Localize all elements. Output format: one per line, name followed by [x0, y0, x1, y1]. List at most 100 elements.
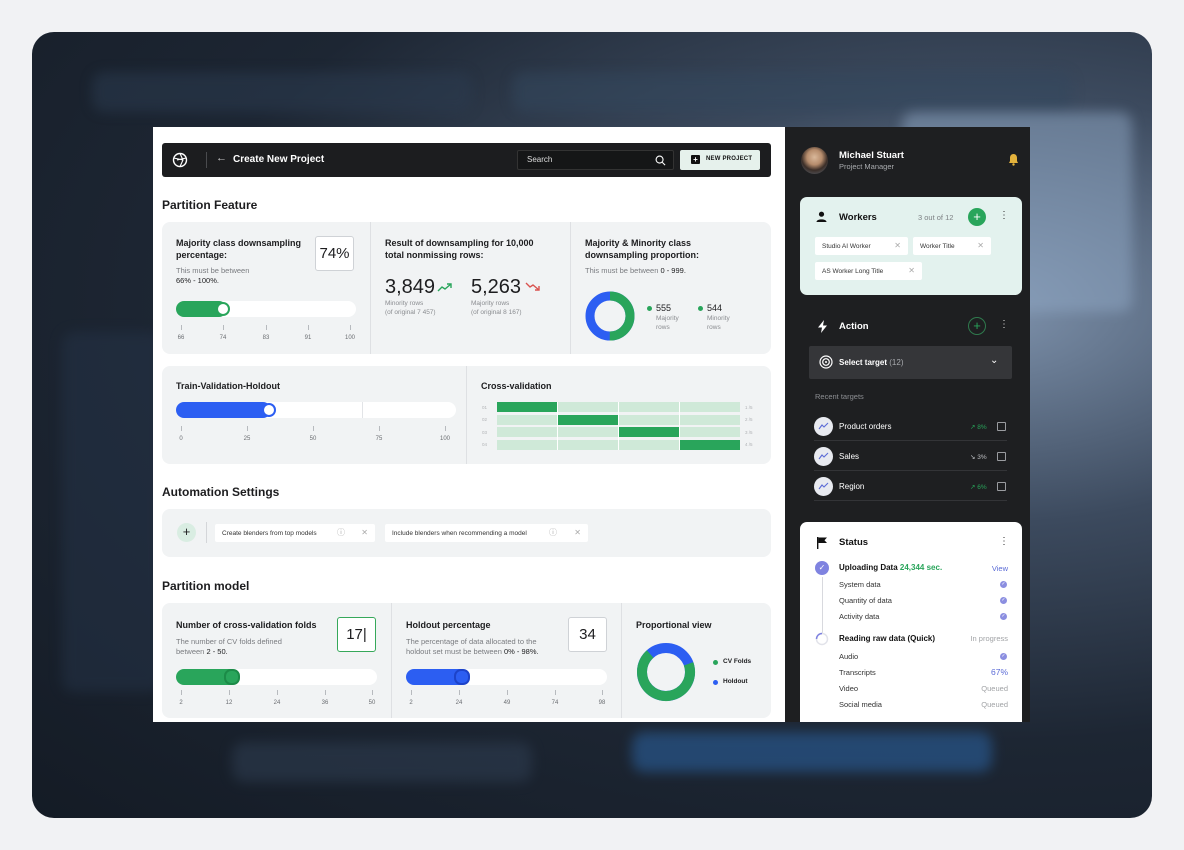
- more-icon[interactable]: ⋮: [999, 319, 1009, 330]
- close-icon[interactable]: ✕: [908, 266, 915, 275]
- chevron-down-icon: ⌄: [990, 355, 999, 366]
- close-icon[interactable]: ✕: [574, 528, 581, 537]
- close-icon[interactable]: ✕: [977, 241, 984, 250]
- target-row[interactable]: Sales ↘ 3%: [814, 443, 1007, 471]
- worker-chip[interactable]: Studio AI Worker ✕: [815, 237, 908, 255]
- legend-dot: [647, 306, 652, 311]
- result-title: Result of downsampling for 10,000 total …: [385, 238, 534, 260]
- automation-tag[interactable]: Create blenders from top models ⓘ ✕: [215, 524, 375, 542]
- close-icon[interactable]: ✕: [894, 241, 901, 250]
- slider-fill: [176, 402, 271, 418]
- target-icon: [819, 355, 833, 369]
- automation-card: + Create blenders from top models ⓘ ✕ In…: [162, 509, 771, 557]
- app-logo-icon[interactable]: [172, 152, 188, 168]
- folds-ticks: 2 12 24 36 50: [179, 690, 375, 708]
- legend-dot: [698, 306, 703, 311]
- read-item: Social media: [839, 700, 882, 709]
- chart-line-icon: [814, 477, 833, 496]
- target-name: Region: [839, 482, 865, 491]
- automation-tag-label: Create blenders from top models: [222, 530, 317, 537]
- cv-row-label: 01: [482, 405, 488, 410]
- uploading-label: Uploading Data 24,344 sec.: [839, 563, 943, 572]
- cv-row-label: 04: [482, 442, 488, 448]
- upload-item: Activity data: [839, 612, 880, 621]
- chart-line-icon: [814, 417, 833, 436]
- target-row[interactable]: Product orders ↗ 8%: [814, 413, 1007, 441]
- target-name: Sales: [839, 452, 860, 461]
- worker-chip[interactable]: AS Worker Long Title ✕: [815, 262, 922, 280]
- majority-class-title: Majority class downsampling percentage:: [176, 238, 302, 260]
- add-worker-button[interactable]: +: [968, 208, 986, 226]
- tick-label: 2: [409, 700, 413, 706]
- slider-handle[interactable]: [262, 403, 276, 417]
- proportion-title: Majority & Minority class downsampling p…: [585, 238, 699, 260]
- close-icon[interactable]: ✕: [361, 528, 368, 537]
- holdout-ticks: 0 25 50 75 100: [179, 426, 450, 444]
- holdout-pct-slider[interactable]: [406, 669, 607, 685]
- slider-handle[interactable]: [216, 302, 230, 316]
- holdout-slider[interactable]: [176, 402, 456, 418]
- search-input[interactable]: Search: [517, 150, 674, 170]
- user-role: Project Manager: [839, 162, 895, 171]
- cv-row-count: 4 /5: [745, 442, 753, 448]
- upload-item: System data: [839, 580, 881, 589]
- minority-value: 3,849: [385, 276, 436, 298]
- read-item-state: 67%: [990, 667, 1008, 677]
- tick-label: 50: [309, 436, 317, 442]
- side-panel: Michael Stuart Project Manager Workers 3…: [785, 127, 1030, 722]
- select-target-dropdown[interactable]: Select target (12) ⌄: [809, 346, 1012, 379]
- cv-fold-2: [558, 414, 618, 425]
- tick-label: 25: [243, 436, 251, 442]
- slider-handle[interactable]: [454, 669, 470, 685]
- majority-label: Majority rows: [471, 300, 510, 307]
- page-title: Create New Project: [233, 154, 325, 165]
- tick-label: 2: [179, 700, 183, 706]
- worker-chip[interactable]: Worker Title ✕: [913, 237, 991, 255]
- tick-label: 66: [177, 335, 185, 341]
- target-checkbox[interactable]: [997, 422, 1006, 431]
- proportion-minority-label: Minority rows: [707, 315, 730, 331]
- chart-line-icon: [814, 447, 833, 466]
- more-icon[interactable]: ⋮: [999, 210, 1009, 221]
- target-checkbox[interactable]: [997, 452, 1006, 461]
- target-checkbox[interactable]: [997, 482, 1006, 491]
- back-arrow-icon[interactable]: ←: [216, 152, 227, 164]
- workers-title: Workers: [839, 212, 877, 223]
- tick-label: 36: [321, 700, 329, 706]
- divider: [206, 152, 207, 168]
- divider: [206, 522, 207, 543]
- check-icon: ✓: [1000, 597, 1007, 604]
- check-icon: ✓: [1000, 653, 1007, 660]
- holdout-pct-input[interactable]: 34: [568, 617, 607, 652]
- tick-label: 24: [273, 700, 281, 706]
- target-pct: ↗ 6%: [970, 484, 987, 491]
- folds-slider[interactable]: [176, 669, 377, 685]
- new-project-button[interactable]: + NEW PROJECT: [680, 150, 760, 170]
- automation-tag[interactable]: Include blenders when recommending a mod…: [385, 524, 588, 542]
- folds-title: Number of cross-validation folds: [176, 620, 317, 630]
- trend-up-icon: [437, 283, 452, 292]
- majority-class-ticks: 66 74 83 91 100: [177, 325, 355, 343]
- avatar[interactable]: [801, 147, 828, 174]
- info-icon[interactable]: ⓘ: [549, 527, 557, 538]
- add-automation-button[interactable]: +: [177, 523, 196, 542]
- minority-label: Minority rows: [385, 300, 424, 307]
- more-icon[interactable]: ⋮: [999, 536, 1009, 547]
- proportion-donut: [585, 291, 635, 341]
- majority-class-slider[interactable]: [176, 301, 356, 317]
- project-panel: ← Create New Project Search + NEW PROJEC…: [153, 127, 785, 722]
- bell-icon[interactable]: [1008, 153, 1019, 166]
- cv-fold-4: [680, 439, 740, 450]
- slider-handle[interactable]: [224, 669, 240, 685]
- view-link[interactable]: View: [992, 564, 1008, 573]
- divider: [570, 222, 571, 354]
- section-heading: Automation Settings: [162, 485, 280, 499]
- add-action-button[interactable]: +: [968, 317, 986, 335]
- target-row[interactable]: Region ↗ 6%: [814, 473, 1007, 501]
- legend-dot: [713, 680, 718, 685]
- folds-input[interactable]: 17|: [337, 617, 376, 652]
- majority-class-input[interactable]: 74%: [315, 236, 354, 271]
- info-icon[interactable]: ⓘ: [337, 527, 345, 538]
- target-name: Product orders: [839, 422, 892, 431]
- legend-dot: [713, 660, 718, 665]
